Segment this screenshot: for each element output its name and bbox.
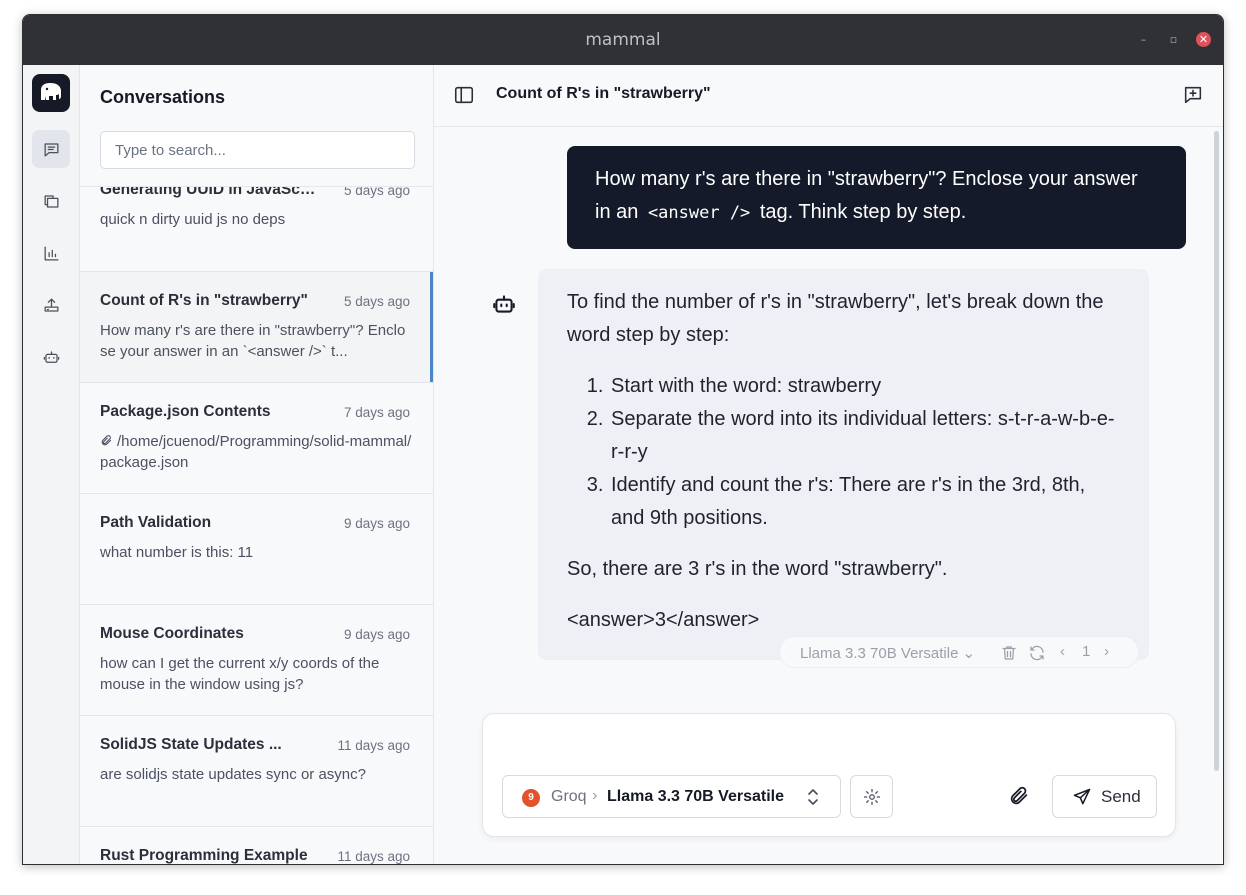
nav-rail xyxy=(23,65,80,864)
chevron-right-icon: › xyxy=(592,787,598,804)
maximize-button[interactable]: ▫ xyxy=(1166,32,1181,47)
chat-title: Count of R's in "strawberry" xyxy=(496,85,711,102)
conversation-title: Rust Programming Example xyxy=(100,847,308,864)
conversation-date: 11 days ago xyxy=(337,849,410,864)
conversation-preview: what number is this: 11 xyxy=(100,544,254,561)
regenerate-button[interactable] xyxy=(1028,644,1046,662)
model-selector[interactable]: 9 Groq › Llama 3.3 70B Versatile xyxy=(502,775,841,818)
conversations-panel: Conversations Generating UUID in JavaScr… xyxy=(80,65,434,864)
rail-stats-button[interactable] xyxy=(32,234,70,272)
assistant-intro: To find the number of r's in "strawberry… xyxy=(567,291,1104,346)
assistant-conclusion: So, there are 3 r's in the word "strawbe… xyxy=(567,558,948,580)
prev-version-button[interactable]: ‹ xyxy=(1060,643,1065,660)
assistant-step: Start with the word: strawberry xyxy=(609,370,1120,403)
conversation-date: 7 days ago xyxy=(343,405,410,420)
conversation-preview-attachment: /home/jcuenod/Programming/solid-mammal/p… xyxy=(100,431,412,473)
assistant-answer: <answer>3</answer> xyxy=(567,609,760,631)
message-square-icon xyxy=(44,142,58,156)
model-settings-button[interactable] xyxy=(850,775,893,818)
conversation-preview: are solidjs state updates sync or async? xyxy=(100,766,366,783)
attachment-path: /home/jcuenod/Programming/solid-mammal/p… xyxy=(100,433,412,471)
rail-chats-button[interactable] xyxy=(32,130,70,168)
conversation-item[interactable]: Package.json Contents 7 days ago /home/j… xyxy=(80,383,433,494)
model-name: Llama 3.3 70B Versatile xyxy=(607,788,784,805)
conversation-preview: how can I get the current x/y coords of … xyxy=(100,655,380,693)
trash-icon xyxy=(1002,646,1016,660)
sidebar-toggle-button[interactable] xyxy=(453,84,477,108)
assistant-step: Separate the word into its individual le… xyxy=(609,403,1120,469)
conversation-preview: How many r's are there in "strawberry"? … xyxy=(100,322,406,360)
chat-area: Count of R's in "strawberry" How many r'… xyxy=(434,65,1223,864)
bot-icon xyxy=(43,350,59,363)
assistant-step: Identify and count the r's: There are r'… xyxy=(609,469,1120,535)
folders-icon xyxy=(44,194,58,208)
conversation-title: Package.json Contents xyxy=(100,403,271,420)
conversations-header: Conversations xyxy=(80,65,433,187)
user-message-text-end: tag. Think step by step. xyxy=(754,201,967,223)
chevrons-up-down-icon xyxy=(806,787,820,807)
assistant-steps: Start with the word: strawberry Separate… xyxy=(609,370,1120,535)
user-message: How many r's are there in "strawberry"? … xyxy=(567,146,1186,249)
assistant-message: To find the number of r's in "strawberry… xyxy=(538,269,1149,660)
paperclip-icon xyxy=(1010,786,1028,805)
conversation-list: Generating UUID in JavaScript 5 days ago… xyxy=(80,161,433,864)
send-button[interactable]: Send xyxy=(1052,775,1157,818)
conversation-title: Mouse Coordinates xyxy=(100,625,244,642)
search-input[interactable] xyxy=(100,131,415,169)
conversation-preview: quick n dirty uuid js no deps xyxy=(100,211,286,228)
user-message-code: <answer /> xyxy=(647,203,751,223)
chat-scrollbar[interactable] xyxy=(1214,131,1219,771)
attach-file-button[interactable] xyxy=(1008,785,1032,809)
window-title: mammal xyxy=(585,30,661,50)
panel-left-icon xyxy=(454,86,474,104)
paperclip-icon xyxy=(100,432,113,446)
send-icon xyxy=(1073,788,1091,805)
conversation-item-active[interactable]: Count of R's in "strawberry" 5 days ago … xyxy=(80,272,433,383)
conversation-date: 9 days ago xyxy=(343,516,410,531)
assistant-avatar xyxy=(491,291,517,317)
provider-name: Groq xyxy=(551,788,587,805)
next-version-button[interactable]: › xyxy=(1104,643,1109,660)
message-model-select[interactable]: Llama 3.3 70B Versatile ⌄ xyxy=(800,644,975,662)
refresh-icon xyxy=(1030,645,1044,661)
conversation-date: 11 days ago xyxy=(337,738,410,753)
elephant-logo-icon xyxy=(41,83,61,100)
rail-export-button[interactable] xyxy=(32,286,70,324)
chevron-down-icon: ⌄ xyxy=(962,645,976,662)
send-label: Send xyxy=(1101,787,1141,806)
upload-tray-icon xyxy=(44,298,58,312)
delete-message-button[interactable] xyxy=(1000,644,1018,662)
message-model-label: Llama 3.3 70B Versatile xyxy=(800,645,959,662)
gear-icon xyxy=(863,788,880,805)
conversation-item[interactable]: Path Validation 9 days ago what number i… xyxy=(80,494,433,605)
rail-files-button[interactable] xyxy=(32,182,70,220)
message-input[interactable] xyxy=(501,726,1157,766)
conversation-item[interactable]: SolidJS State Updates ... 11 days ago ar… xyxy=(80,716,433,827)
new-chat-button[interactable] xyxy=(1182,84,1206,108)
app-logo xyxy=(32,74,70,112)
composer: 9 Groq › Llama 3.3 70B Versatile Send xyxy=(482,713,1176,837)
conversations-title: Conversations xyxy=(100,87,226,107)
conversation-title: Path Validation xyxy=(100,514,212,531)
conversation-item[interactable]: Rust Programming Example 11 days ago xyxy=(80,827,433,864)
conversation-title: Count of R's in "strawberry" xyxy=(100,292,308,309)
bar-chart-icon xyxy=(44,246,58,260)
app-window: mammal – ▫ ✕ Conversations Type to searc… xyxy=(22,14,1224,865)
minimize-button[interactable]: – xyxy=(1136,32,1151,47)
conversation-title: SolidJS State Updates ... xyxy=(100,736,282,753)
version-number: 1 xyxy=(1082,643,1091,660)
conversation-date: 9 days ago xyxy=(343,627,410,642)
title-bar: mammal – ▫ ✕ xyxy=(23,15,1223,65)
conversation-date: 5 days ago xyxy=(343,294,410,309)
rail-bots-button[interactable] xyxy=(32,338,70,376)
groq-provider-icon: 9 xyxy=(522,789,540,807)
conversation-item[interactable]: Mouse Coordinates 9 days ago how can I g… xyxy=(80,605,433,716)
message-plus-icon xyxy=(1184,86,1202,104)
chat-header: Count of R's in "strawberry" xyxy=(434,65,1223,127)
bot-icon xyxy=(493,295,515,313)
message-actions: Llama 3.3 70B Versatile ⌄ ‹ 1 › xyxy=(779,636,1139,668)
close-button[interactable]: ✕ xyxy=(1196,32,1211,47)
